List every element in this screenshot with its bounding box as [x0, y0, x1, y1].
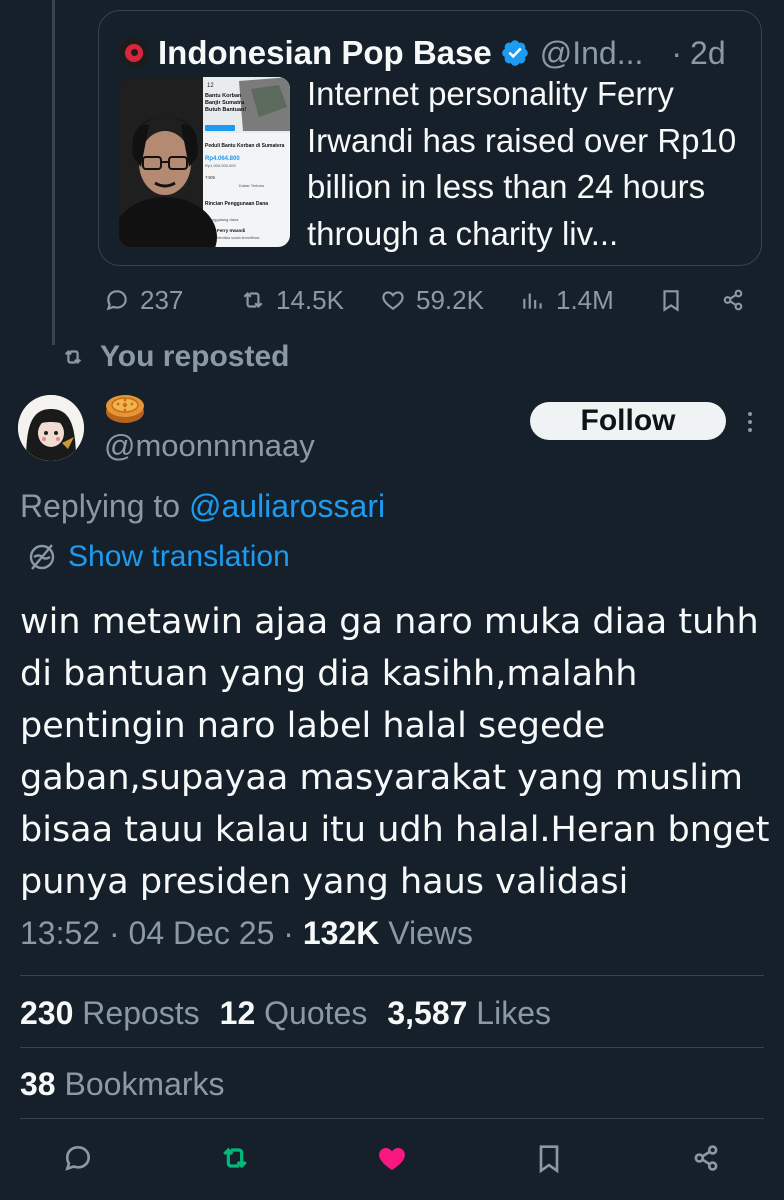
reply-icon[interactable]	[62, 1142, 94, 1174]
quotes-count: 12	[219, 995, 256, 1031]
views-label: Views	[388, 915, 473, 951]
bookmark-icon	[663, 290, 679, 312]
bookmarks-label: Bookmarks	[64, 1066, 225, 1102]
tweet-metadata: 13:52 · 04 Dec 25 · 132K Views	[20, 915, 473, 952]
thumb-text: 7405	[205, 175, 216, 180]
quoted-author-name[interactable]: Indonesian Pop Base	[158, 34, 492, 72]
share-icon[interactable]	[690, 1142, 722, 1174]
replying-prefix: Replying to	[20, 488, 181, 524]
share-icon	[723, 289, 743, 311]
views-button[interactable]: 1.4M	[520, 282, 614, 318]
thumb-text: 12	[207, 83, 214, 89]
dot-separator: ·	[671, 34, 683, 71]
author-handle[interactable]: @moonnnnaay	[104, 428, 315, 464]
repost-label-text: You reposted	[100, 340, 290, 373]
like-icon	[382, 291, 404, 310]
thumb-text: Rp1.000.000.000	[205, 163, 236, 168]
views-count: 132K	[302, 915, 380, 951]
repost-indicator[interactable]: You reposted	[62, 340, 289, 374]
translate-icon	[29, 544, 55, 570]
views-count: 1.4M	[556, 284, 614, 315]
replying-to-mention[interactable]: @auliarossari	[189, 488, 385, 524]
reply-icon	[106, 290, 127, 311]
divider	[20, 1118, 764, 1119]
divider	[20, 975, 764, 976]
tweet-action-bar	[0, 1138, 784, 1178]
thumb-text: Rp4.064.800	[205, 156, 240, 162]
repost-icon	[243, 291, 263, 309]
reply-count: 237	[140, 284, 184, 315]
like-count: 59.2K	[416, 284, 484, 315]
replying-to: Replying to @auliarossari	[20, 488, 385, 525]
quoted-tweet-thumbnail[interactable]: 12 Bantu Korban Banjir Sumatra Butuh Ban…	[119, 77, 290, 247]
thumbnail-image: 12 Bantu Korban Banjir Sumatra Butuh Ban…	[119, 77, 290, 247]
mooncake-emoji	[106, 395, 144, 423]
tweet-date[interactable]: 04 Dec 25	[129, 915, 275, 951]
quoted-tweet-time[interactable]: 2d	[690, 35, 726, 72]
thumb-text: Identitas sudah terverifikasi	[217, 236, 260, 240]
tweet-text: win metawin ajaa ga naro muka diaa tuhh …	[20, 602, 770, 902]
thumb-text: Banjir Sumatra	[205, 100, 245, 106]
repost-count: 14.5K	[276, 284, 344, 315]
likes-label: Likes	[476, 995, 551, 1031]
dot-separator: ·	[283, 915, 303, 951]
bookmarks-count: 38	[20, 1066, 56, 1102]
avatar-image	[18, 395, 84, 461]
thumb-text: Bantu Korban	[205, 93, 242, 99]
quoted-author-handle[interactable]: @Ind...	[540, 35, 644, 72]
like-button[interactable]: 59.2K	[380, 282, 484, 318]
engagement-stats: 230 Reposts 12 Quotes 3,587 Likes	[20, 995, 551, 1032]
repost-button[interactable]: 14.5K	[240, 282, 344, 318]
thumb-text: Butuh Bantuan!	[205, 107, 246, 113]
bookmark-button[interactable]	[658, 282, 694, 318]
likes-stat[interactable]: 3,587 Likes	[387, 995, 551, 1031]
reply-button[interactable]: 237	[104, 282, 183, 318]
thread-line	[52, 0, 55, 345]
verified-icon	[501, 40, 528, 66]
share-button[interactable]	[720, 282, 756, 318]
tweet-time[interactable]: 13:52	[20, 915, 100, 951]
bookmark-icon[interactable]	[533, 1142, 565, 1174]
thumb-text: Rincian Penggunaan Dana	[205, 201, 268, 207]
quoted-author-avatar[interactable]	[119, 38, 149, 68]
reposts-count: 230	[20, 995, 74, 1031]
repost-icon[interactable]	[219, 1142, 251, 1174]
divider	[20, 1047, 764, 1048]
dot-separator: ·	[108, 915, 129, 951]
quoted-tweet-actions: 237 14.5K 59.2K 1.4M	[98, 282, 762, 318]
more-icon[interactable]	[742, 408, 758, 436]
avatar[interactable]	[18, 395, 84, 461]
show-translation-label: Show translation	[68, 540, 290, 573]
thumb-text: Ferry Irwandi	[217, 228, 245, 233]
like-icon[interactable]	[376, 1142, 408, 1174]
quoted-tweet-header: Indonesian Pop Base @Ind... · 2d	[119, 33, 747, 73]
repost-icon	[64, 349, 82, 365]
views-icon	[523, 293, 542, 309]
reposts-label: Reposts	[82, 995, 200, 1031]
bookmarks-stat[interactable]: 38 Bookmarks	[20, 1066, 225, 1103]
quoted-tweet-card[interactable]: Indonesian Pop Base @Ind... · 2d 12 Bant…	[98, 10, 762, 266]
reposts-stat[interactable]: 230 Reposts	[20, 995, 200, 1031]
likes-count: 3,587	[387, 995, 468, 1031]
follow-button[interactable]: Follow	[530, 402, 726, 440]
thumb-text: Kabar Terbaru	[239, 183, 264, 188]
quotes-stat[interactable]: 12 Quotes	[220, 995, 368, 1031]
show-translation-button[interactable]: Show translation	[26, 540, 290, 574]
quoted-tweet-text: Internet personality Ferry Irwandi has r…	[307, 75, 737, 252]
thumb-text: Peduli Bantu Korban di Sumatera	[205, 143, 285, 149]
quotes-label: Quotes	[264, 995, 368, 1031]
